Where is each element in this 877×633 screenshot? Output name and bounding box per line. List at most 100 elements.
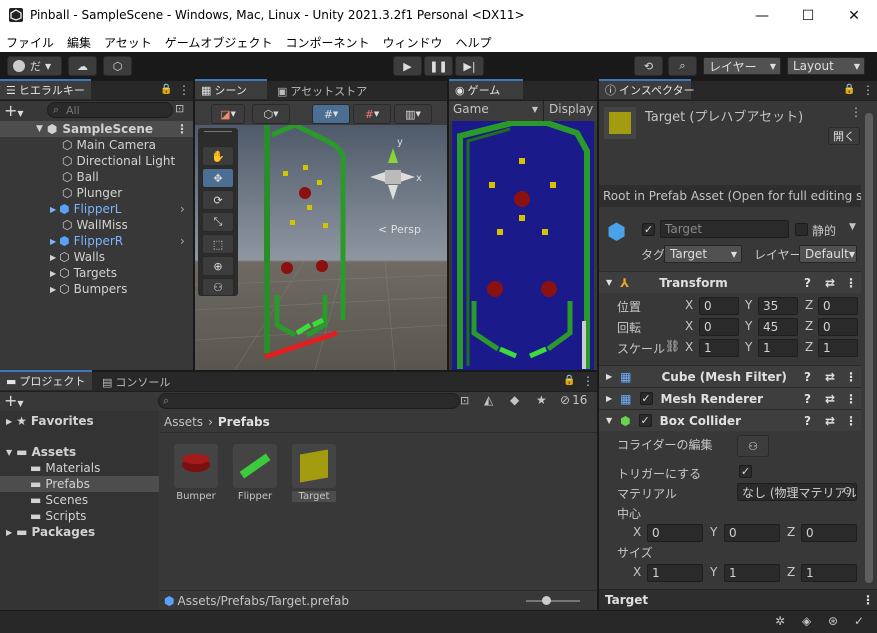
settings-sliders-icon[interactable]: ⇄ (825, 414, 835, 428)
lock-icon[interactable]: 🔒 (843, 84, 855, 95)
more-menu-icon[interactable]: ⋮ (845, 414, 857, 428)
lock-icon[interactable]: 🔒 (160, 84, 172, 95)
menu-assets[interactable]: アセット (104, 34, 152, 51)
help-icon[interactable]: ? (804, 414, 811, 428)
tab-inspector[interactable]: ⓘ インスペクター (599, 79, 695, 99)
add-button[interactable]: +▼ (4, 101, 24, 120)
rotation-x-field[interactable]: 0 (699, 318, 739, 336)
scene-row[interactable]: ▼ ⬢ SampleScene ⋮ (0, 121, 193, 137)
more-menu-icon[interactable]: ⋮ (845, 370, 857, 384)
preview-footer[interactable]: Target ⋮ (599, 589, 877, 610)
object-name-field[interactable]: Target (660, 220, 789, 238)
hierarchy-item[interactable]: ⬡ Directional Light (62, 153, 175, 169)
hierarchy-item[interactable]: ⬡ Ball (62, 169, 99, 185)
asset-tile-selected[interactable]: Target (292, 444, 340, 502)
breadcrumb-assets[interactable]: Assets (164, 415, 203, 429)
transform-header[interactable]: ▼ ⅄ Transform ? ⇄ ⋮ (599, 271, 861, 293)
tab-project[interactable]: ▬ プロジェクト (0, 370, 92, 390)
scale-x-field[interactable]: 1 (699, 339, 739, 357)
pause-button[interactable]: ❚❚ (424, 56, 453, 76)
open-prefab-button[interactable]: 開く (828, 127, 860, 145)
expand-arrow-icon[interactable]: ▼ (6, 448, 12, 457)
link-icon[interactable]: ⛓ (665, 339, 680, 353)
packages-row[interactable]: ▶ ▬ Packages (6, 524, 95, 540)
tab-hierarchy[interactable]: ☰ ヒエラルキー (0, 79, 91, 99)
layers-dropdown[interactable]: レイヤー ▼ (703, 57, 781, 75)
search-filter-icon[interactable]: ⊡ (460, 394, 469, 407)
play-button[interactable]: ▶ (393, 56, 422, 76)
folder-item[interactable]: ▬ Materials (30, 460, 100, 476)
gameobject-icon[interactable]: ⬢ (607, 220, 626, 245)
help-icon[interactable]: ? (804, 276, 811, 290)
more-menu-icon[interactable]: ⋮ (845, 392, 857, 406)
move-tool-button[interactable]: ✥ (202, 168, 234, 188)
more-menu-icon[interactable]: ⋮ (862, 593, 874, 607)
progress-icon[interactable]: ⊛ (828, 614, 838, 628)
layout-dropdown[interactable]: Layout ▼ (787, 57, 865, 75)
close-button[interactable]: ✕ (831, 0, 877, 32)
tab-game[interactable]: ◉ ゲーム (449, 79, 523, 99)
enabled-checkbox[interactable]: ✓ (639, 392, 653, 405)
size-x-field[interactable]: 1 (647, 564, 703, 582)
tab-console[interactable]: ▤ コンソール (96, 372, 176, 392)
more-menu-icon[interactable]: ⋮ (862, 83, 874, 97)
more-menu-icon[interactable]: ⋮ (178, 83, 190, 97)
settings-sliders-icon[interactable]: ⇄ (825, 370, 835, 384)
menu-file[interactable]: ファイル (6, 34, 54, 51)
snap-button[interactable]: # ▼ (353, 104, 391, 124)
cache-icon[interactable]: ◈ (802, 614, 811, 628)
hierarchy-search-input[interactable]: All (47, 102, 173, 118)
center-x-field[interactable]: 0 (647, 524, 703, 542)
create-button[interactable]: +▼ (4, 391, 24, 410)
game-mode-dropdown[interactable]: Game ▼ (453, 102, 538, 116)
position-y-field[interactable]: 35 (758, 297, 798, 315)
search-filter-icon[interactable]: ⊡ (175, 102, 184, 115)
is-trigger-checkbox[interactable]: ✓ (739, 465, 752, 478)
collapse-arrow-icon[interactable]: ▶ (50, 285, 56, 294)
folder-item[interactable]: ▬ Scripts (30, 508, 86, 524)
custom-tool-button[interactable]: ⚇ (202, 278, 234, 296)
collapse-arrow-icon[interactable]: ▶ (50, 237, 56, 246)
more-menu-icon[interactable]: ⋮ (850, 105, 862, 119)
mesh-renderer-header[interactable]: ▶ ▦ ✓ Mesh Renderer ? ⇄ ⋮ (599, 387, 861, 409)
scale-y-field[interactable]: 1 (758, 339, 798, 357)
hierarchy-item[interactable]: ⬡ WallMiss (62, 217, 128, 233)
position-z-field[interactable]: 0 (818, 297, 858, 315)
maximize-button[interactable]: ☐ (785, 0, 831, 32)
rotate-tool-button[interactable]: ⟳ (202, 190, 234, 210)
more-menu-icon[interactable]: ⋮ (845, 276, 857, 290)
chevron-right-icon[interactable]: › (180, 202, 185, 216)
settings-sliders-icon[interactable]: ⇄ (825, 392, 835, 406)
transform-tool-button[interactable]: ⊕ (202, 256, 234, 276)
tab-asset-store[interactable]: ▣ アセットストア (271, 81, 373, 101)
hierarchy-item-prefab[interactable]: ▶ ⬢ FlipperR › (50, 233, 190, 249)
lock-icon[interactable]: 🔒 (563, 375, 575, 386)
favorite-star-icon[interactable]: ★ (536, 393, 547, 407)
game-canvas[interactable] (452, 121, 594, 370)
render-mode-button[interactable]: ⬡ ▼ (252, 104, 290, 124)
menu-gameobject[interactable]: ゲームオブジェクト (165, 34, 273, 51)
rotation-z-field[interactable]: 0 (818, 318, 858, 336)
inspector-scrollbar[interactable] (865, 113, 873, 583)
history-button[interactable]: ⟲ (634, 56, 663, 76)
account-button[interactable]: だ ▼ (7, 56, 62, 76)
hierarchy-item[interactable]: ⬡ Main Camera (62, 137, 156, 153)
hierarchy-item[interactable]: ▶ ⬡ Walls (50, 249, 105, 265)
hierarchy-item-prefab[interactable]: ▶ ⬢ FlipperL › (50, 201, 190, 217)
scale-z-field[interactable]: 1 (818, 339, 858, 357)
asset-tile[interactable]: Bumper (174, 444, 222, 502)
folder-item[interactable]: ▬ Scenes (30, 492, 88, 508)
display-dropdown[interactable]: Display (549, 102, 593, 116)
box-collider-header[interactable]: ▼ ⬢ ✓ Box Collider ? ⇄ ⋮ (599, 409, 861, 431)
slider-handle[interactable] (542, 596, 551, 605)
folder-item-selected[interactable]: ▬ Prefabs (0, 476, 159, 492)
asset-tile[interactable]: Flipper (233, 444, 281, 502)
audio-effects-button[interactable]: ▥ ▼ (394, 104, 432, 124)
enabled-checkbox[interactable]: ✓ (638, 414, 652, 427)
cloud-button[interactable]: ☁ (68, 56, 97, 76)
more-menu-icon[interactable]: ⋮ (176, 122, 188, 136)
size-y-field[interactable]: 1 (724, 564, 780, 582)
scale-tool-button[interactable]: ⤡ (202, 212, 234, 232)
menu-component[interactable]: コンポーネント (285, 34, 369, 51)
help-icon[interactable]: ? (804, 392, 811, 406)
